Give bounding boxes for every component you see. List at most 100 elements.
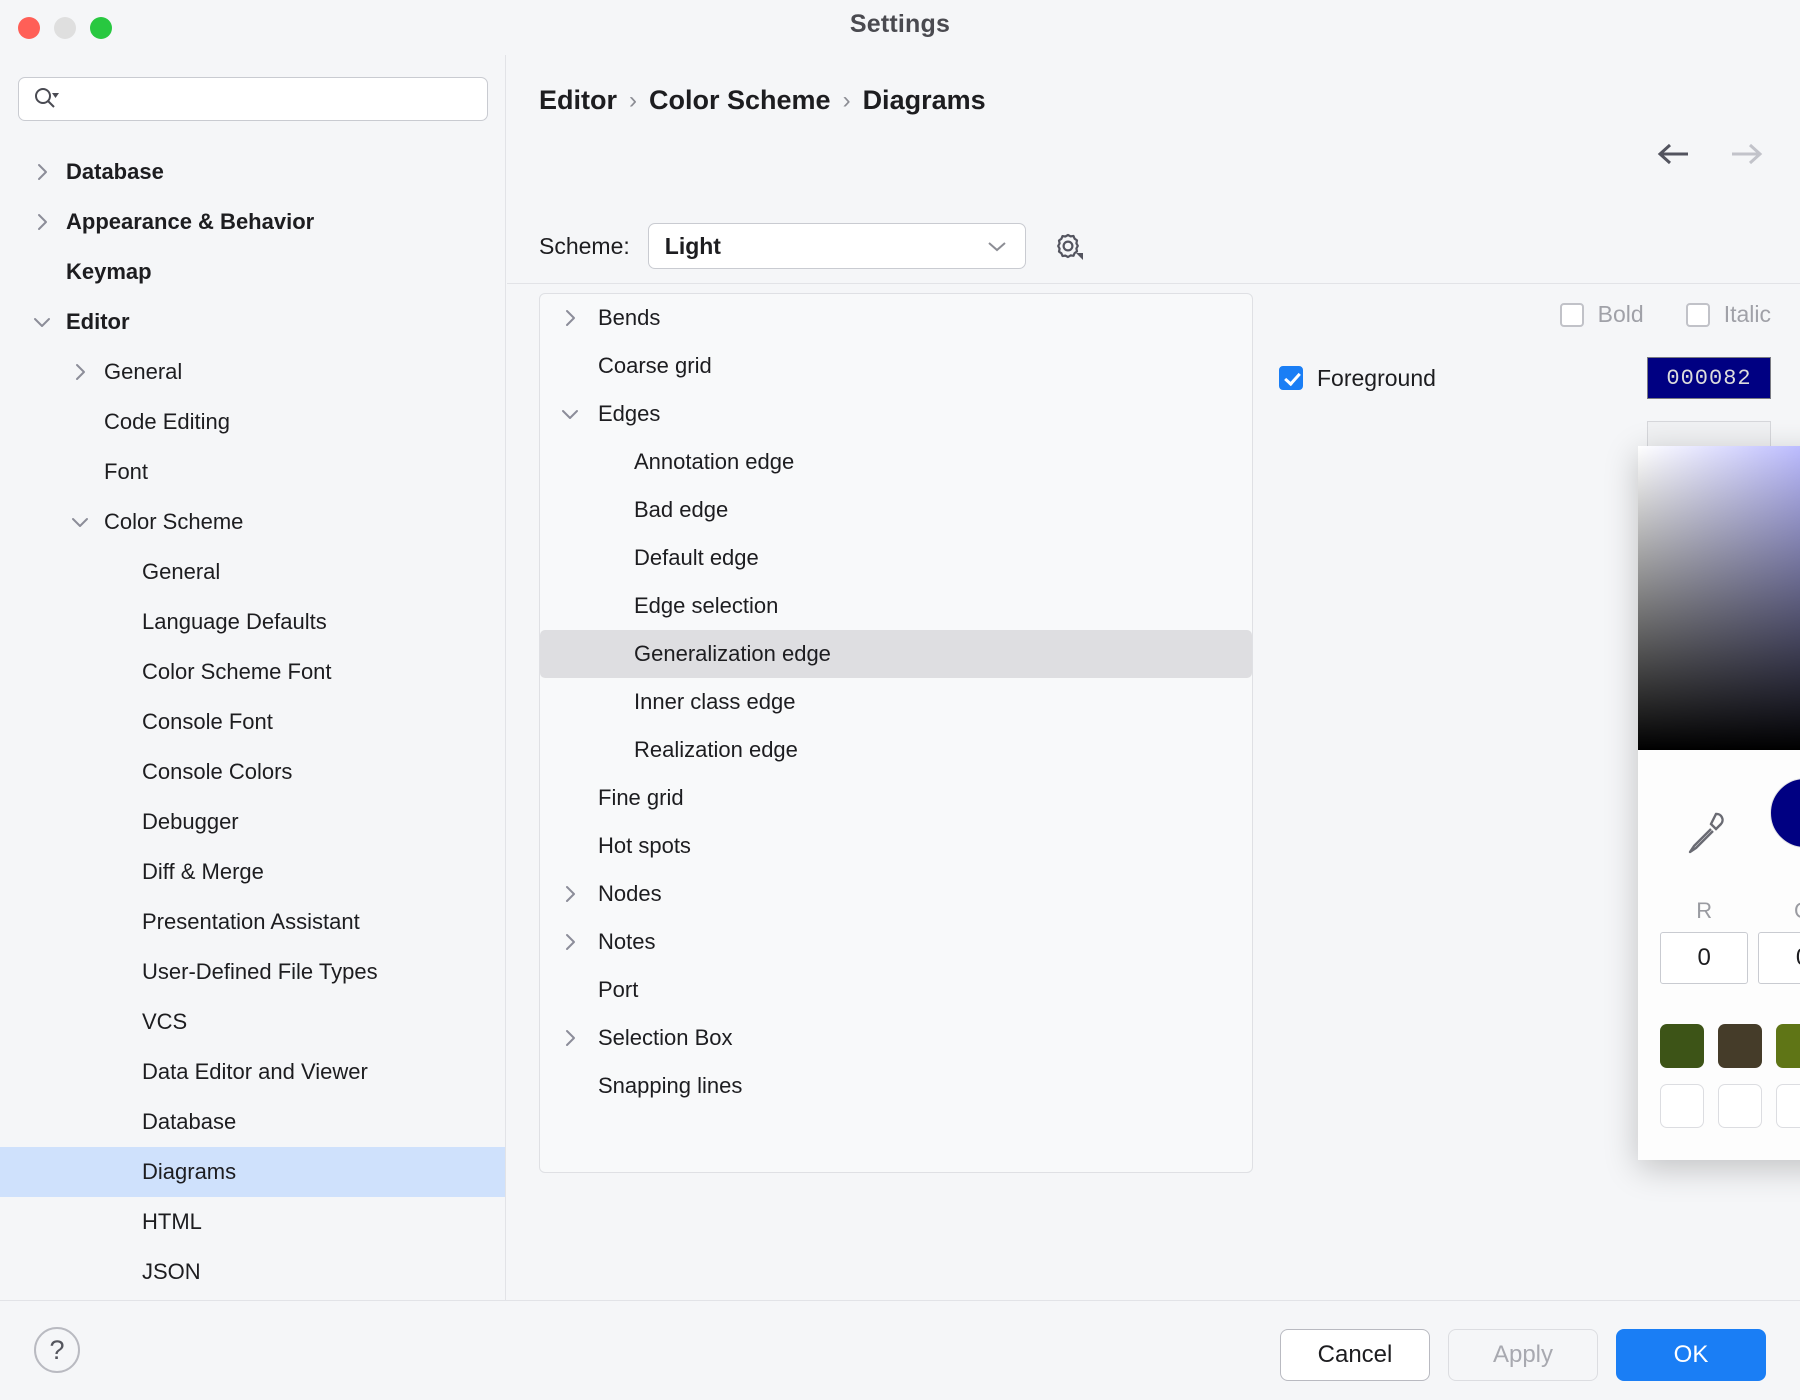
sidebar-item-general[interactable]: General: [0, 547, 506, 597]
swatch-custom-1[interactable]: [1718, 1084, 1762, 1128]
sidebar-item-vcs[interactable]: VCS: [0, 997, 506, 1047]
color-entry-annotation-edge[interactable]: Annotation edge: [540, 438, 1252, 486]
cancel-button[interactable]: Cancel: [1280, 1329, 1430, 1381]
color-entry-inner-class-edge[interactable]: Inner class edge: [540, 678, 1252, 726]
swatch-recent-1[interactable]: [1718, 1024, 1762, 1068]
content-divider: [507, 283, 1800, 284]
sidebar-item-code-editing[interactable]: Code Editing: [0, 397, 506, 447]
help-button[interactable]: ?: [34, 1327, 80, 1373]
sidebar-item-presentation-assistant[interactable]: Presentation Assistant: [0, 897, 506, 947]
chevron-down-icon[interactable]: [560, 404, 580, 424]
color-entry-edge-selection[interactable]: Edge selection: [540, 582, 1252, 630]
sidebar-item-html[interactable]: HTML: [0, 1197, 506, 1247]
chevron-right-icon[interactable]: [560, 1028, 580, 1048]
color-entry-default-edge[interactable]: Default edge: [540, 534, 1252, 582]
ok-button[interactable]: OK: [1616, 1329, 1766, 1381]
color-entry-label: Default edge: [634, 545, 759, 571]
chevron-right-icon[interactable]: [32, 162, 52, 182]
sidebar-item-data-editor-and-viewer[interactable]: Data Editor and Viewer: [0, 1047, 506, 1097]
foreground-checkbox[interactable]: [1279, 366, 1303, 390]
sidebar-item-color-scheme[interactable]: Color Scheme: [0, 497, 506, 547]
sidebar-item-label: JSON: [142, 1259, 201, 1285]
eyedropper-icon[interactable]: [1676, 802, 1732, 858]
scheme-settings-button[interactable]: [1044, 223, 1092, 269]
swatch-custom-0[interactable]: [1660, 1084, 1704, 1128]
sidebar-item-console-colors[interactable]: Console Colors: [0, 747, 506, 797]
color-entry-label: Fine grid: [598, 785, 684, 811]
color-entry-snapping-lines[interactable]: Snapping lines: [540, 1062, 1252, 1110]
color-entry-nodes[interactable]: Nodes: [540, 870, 1252, 918]
sidebar-item-label: VCS: [142, 1009, 187, 1035]
color-entry-label: Realization edge: [634, 737, 798, 763]
color-entry-selection-box[interactable]: Selection Box: [540, 1014, 1252, 1062]
sidebar-item-diff-merge[interactable]: Diff & Merge: [0, 847, 506, 897]
bold-checkbox[interactable]: [1560, 303, 1584, 327]
color-entry-coarse-grid[interactable]: Coarse grid: [540, 342, 1252, 390]
sidebar-item-diagrams[interactable]: Diagrams: [0, 1147, 506, 1197]
sidebar-item-color-scheme-font[interactable]: Color Scheme Font: [0, 647, 506, 697]
apply-button[interactable]: Apply: [1448, 1329, 1598, 1381]
color-picker-body: RGBHex 00130000082: [1638, 750, 1800, 1160]
color-entry-bad-edge[interactable]: Bad edge: [540, 486, 1252, 534]
title-bar: Settings: [0, 0, 1800, 55]
sidebar-item-label: Diff & Merge: [142, 859, 264, 885]
foreground-color-value: 000082: [1666, 366, 1751, 391]
chevron-right-icon[interactable]: [560, 308, 580, 328]
sidebar-item-label: Code Editing: [104, 409, 230, 435]
sidebar-item-editor[interactable]: Editor: [0, 297, 506, 347]
channel-label-g: G: [1758, 898, 1800, 924]
color-entry-bends[interactable]: Bends: [540, 294, 1252, 342]
italic-checkbox[interactable]: [1686, 303, 1710, 327]
chevron-right-icon[interactable]: [70, 362, 90, 382]
channel-input-g[interactable]: 0: [1758, 932, 1800, 984]
swatch-recent-2[interactable]: [1776, 1024, 1800, 1068]
color-picker-popup: RGBHex 00130000082: [1638, 446, 1800, 1160]
foreground-color-swatch[interactable]: 000082: [1647, 357, 1771, 399]
sidebar-item-label: Database: [66, 159, 164, 185]
italic-checkbox-row[interactable]: Italic: [1686, 301, 1771, 328]
scheme-label: Scheme:: [539, 233, 630, 260]
help-icon: ?: [49, 1335, 64, 1366]
color-entry-edges[interactable]: Edges: [540, 390, 1252, 438]
breadcrumb-item-diagrams[interactable]: Diagrams: [863, 85, 986, 116]
saturation-value-area[interactable]: [1638, 446, 1800, 750]
color-entry-notes[interactable]: Notes: [540, 918, 1252, 966]
color-entry-realization-edge[interactable]: Realization edge: [540, 726, 1252, 774]
sidebar-item-user-defined-file-types[interactable]: User-Defined File Types: [0, 947, 506, 997]
foreground-checkbox-row[interactable]: Foreground: [1279, 365, 1436, 392]
scheme-dropdown[interactable]: Light: [648, 223, 1026, 269]
chevron-right-icon[interactable]: [32, 212, 52, 232]
chevron-down-icon[interactable]: [32, 312, 52, 332]
sidebar-item-font[interactable]: Font: [0, 447, 506, 497]
sidebar-item-appearance-behavior[interactable]: Appearance & Behavior: [0, 197, 506, 247]
search-box[interactable]: [18, 77, 488, 121]
chevron-right-icon[interactable]: [560, 932, 580, 952]
sidebar-item-general[interactable]: General: [0, 347, 506, 397]
bold-checkbox-row[interactable]: Bold: [1560, 301, 1644, 328]
settings-tree: Database Appearance & BehaviorKeymapEdito…: [0, 147, 506, 1297]
sidebar-item-language-defaults[interactable]: Language Defaults: [0, 597, 506, 647]
breadcrumb-item-color-scheme[interactable]: Color Scheme: [649, 85, 831, 116]
sidebar-item-database[interactable]: Database: [0, 147, 506, 197]
color-entry-label: Nodes: [598, 881, 662, 907]
sidebar-item-debugger[interactable]: Debugger: [0, 797, 506, 847]
foreground-row: Foreground 000082: [1279, 357, 1771, 399]
chevron-down-icon[interactable]: [70, 512, 90, 532]
color-entry-generalization-edge[interactable]: Generalization edge: [540, 630, 1252, 678]
color-entry-hot-spots[interactable]: Hot spots: [540, 822, 1252, 870]
color-entry-label: Hot spots: [598, 833, 691, 859]
sidebar-item-json[interactable]: JSON: [0, 1247, 506, 1297]
back-arrow-icon[interactable]: [1656, 140, 1692, 168]
color-entry-fine-grid[interactable]: Fine grid: [540, 774, 1252, 822]
sidebar-item-database[interactable]: Database: [0, 1097, 506, 1147]
swatch-custom-2[interactable]: [1776, 1084, 1800, 1128]
chevron-right-icon[interactable]: [560, 884, 580, 904]
color-entry-port[interactable]: Port: [540, 966, 1252, 1014]
sidebar-item-console-font[interactable]: Console Font: [0, 697, 506, 747]
channel-input-r[interactable]: 0: [1660, 932, 1748, 984]
swatch-recent-0[interactable]: [1660, 1024, 1704, 1068]
search-input[interactable]: [65, 87, 465, 112]
sidebar-item-keymap[interactable]: Keymap: [0, 247, 506, 297]
forward-arrow-icon[interactable]: [1728, 140, 1764, 168]
breadcrumb-item-editor[interactable]: Editor: [539, 85, 617, 116]
